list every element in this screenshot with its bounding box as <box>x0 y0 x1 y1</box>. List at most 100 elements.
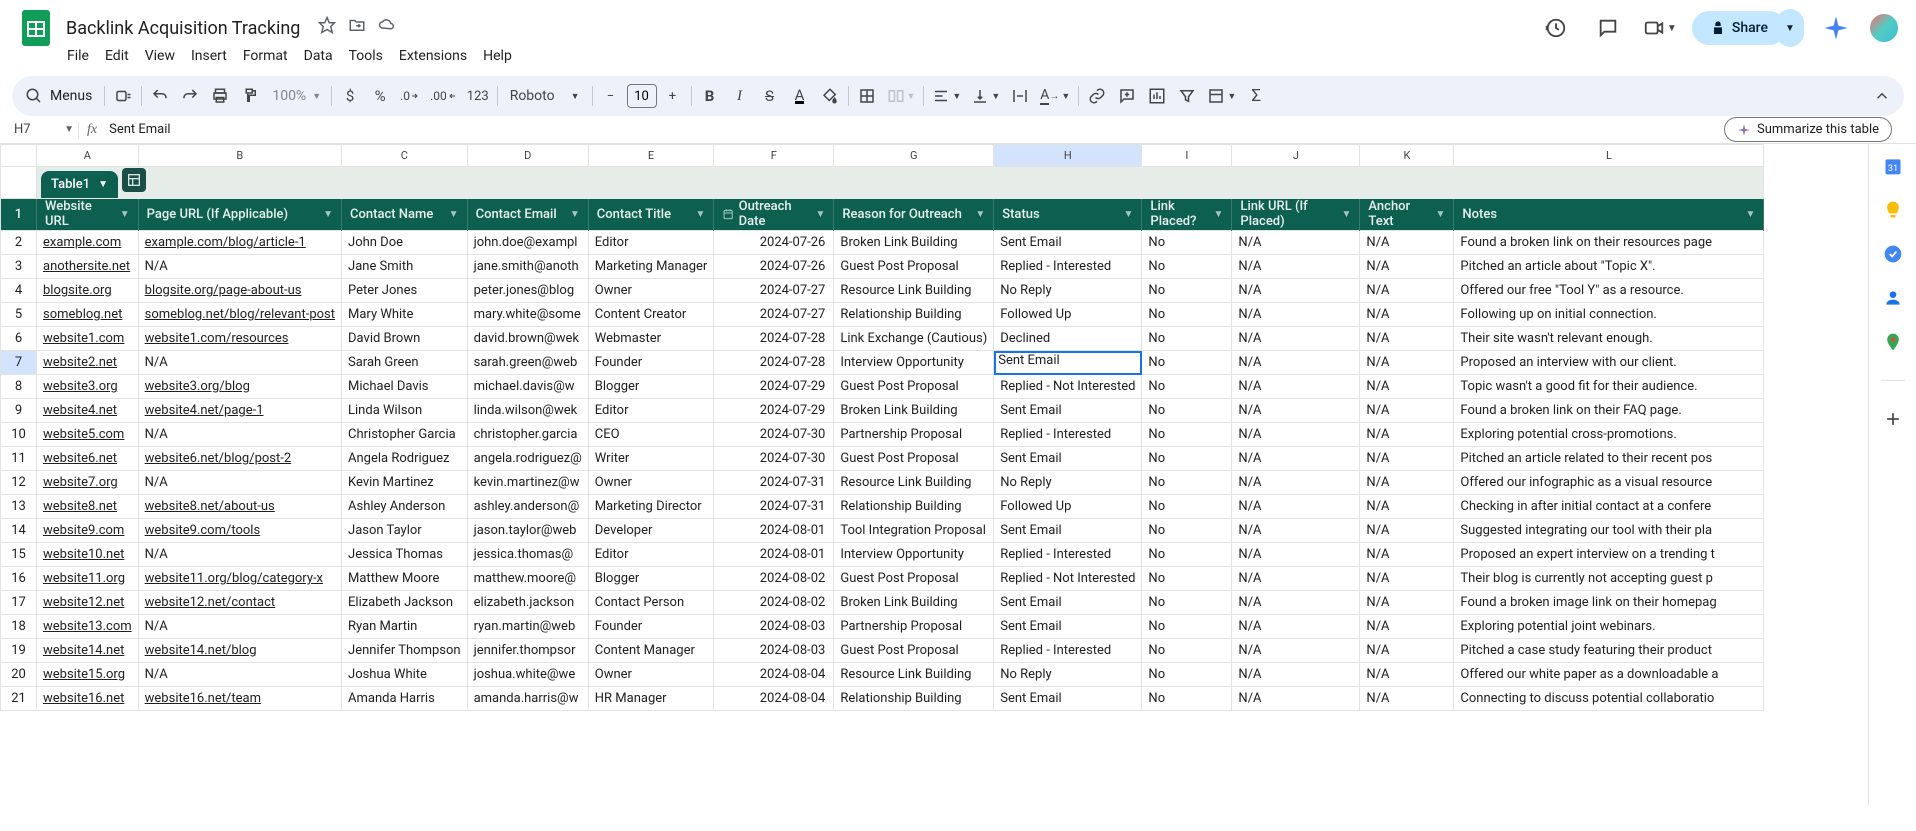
maps-sidepanel-icon[interactable] <box>1883 332 1903 352</box>
zoom-dropdown[interactable]: 100%▼ <box>266 88 327 104</box>
redo-button[interactable] <box>176 82 204 110</box>
cell[interactable]: 2024-07-27 <box>714 279 834 303</box>
cell[interactable]: N/A <box>1360 303 1454 327</box>
cell[interactable]: Tool Integration Proposal <box>834 519 994 543</box>
cell[interactable]: No Reply <box>994 663 1142 687</box>
cell[interactable]: linda.wilson@wek <box>467 399 588 423</box>
cell[interactable]: jessica.thomas@ <box>467 543 588 567</box>
cell[interactable]: N/A <box>138 351 341 375</box>
col-header-H[interactable]: H <box>994 145 1142 167</box>
percent-button[interactable]: % <box>366 82 394 110</box>
vertical-align-button[interactable]: ▼ <box>967 82 1004 110</box>
cell[interactable]: Sent Email <box>994 351 1142 375</box>
cell[interactable]: N/A <box>1360 567 1454 591</box>
doc-title[interactable]: Backlink Acquisition Tracking <box>60 16 306 41</box>
menu-data[interactable]: Data <box>297 44 340 68</box>
col-header-J[interactable]: J <box>1232 145 1360 167</box>
font-size-decrease[interactable]: − <box>597 82 625 110</box>
table-header[interactable]: Status▼ <box>994 199 1142 231</box>
cell[interactable]: website12.net <box>37 591 139 615</box>
cell[interactable]: Peter Jones <box>342 279 468 303</box>
cell[interactable]: Owner <box>588 279 714 303</box>
cell[interactable]: No <box>1142 423 1232 447</box>
table-header[interactable]: Reason for Outreach▼ <box>834 199 994 231</box>
cell[interactable]: Exploring potential cross-promotions. <box>1454 423 1764 447</box>
cell[interactable]: website3.org/blog <box>138 375 341 399</box>
cell[interactable]: Connecting to discuss potential collabor… <box>1454 687 1764 711</box>
cell[interactable]: N/A <box>138 543 341 567</box>
cell[interactable]: website16.net/team <box>138 687 341 711</box>
cell[interactable]: Followed Up <box>994 495 1142 519</box>
cell[interactable]: amanda.harris@w <box>467 687 588 711</box>
cell[interactable]: Founder <box>588 351 714 375</box>
cell[interactable]: elizabeth.jackson <box>467 591 588 615</box>
cell[interactable]: N/A <box>1232 591 1360 615</box>
cell[interactable]: David Brown <box>342 327 468 351</box>
cell[interactable]: Sent Email <box>994 447 1142 471</box>
cell[interactable]: No <box>1142 255 1232 279</box>
table-header[interactable]: Page URL (If Applicable)▼ <box>138 199 341 231</box>
cell[interactable]: Resource Link Building <box>834 471 994 495</box>
cell[interactable]: Relationship Building <box>834 495 994 519</box>
cell[interactable]: Relationship Building <box>834 303 994 327</box>
cell[interactable]: website4.net <box>37 399 139 423</box>
table-header[interactable]: Contact Email▼ <box>467 199 588 231</box>
cell[interactable]: Sent Email <box>994 519 1142 543</box>
cell[interactable]: N/A <box>138 255 341 279</box>
cell[interactable]: Jessica Thomas <box>342 543 468 567</box>
gemini-icon[interactable] <box>1816 8 1856 48</box>
account-avatar[interactable] <box>1868 12 1900 44</box>
cell[interactable]: anothersite.net <box>37 255 139 279</box>
functions-button[interactable]: Σ <box>1242 82 1270 110</box>
comments-icon[interactable] <box>1588 8 1628 48</box>
table-tab[interactable]: Table1 ▼ <box>41 171 118 198</box>
cell[interactable]: No <box>1142 495 1232 519</box>
cell[interactable]: Blogger <box>588 375 714 399</box>
row-header-6[interactable]: 6 <box>1 327 37 351</box>
row-header-1[interactable]: 1 <box>1 199 37 231</box>
cell[interactable]: Relationship Building <box>834 687 994 711</box>
cell[interactable]: kevin.martinez@w <box>467 471 588 495</box>
cell[interactable]: Jane Smith <box>342 255 468 279</box>
cell[interactable]: Jennifer Thompson <box>342 639 468 663</box>
cell[interactable]: No <box>1142 663 1232 687</box>
cell[interactable]: website5.com <box>37 423 139 447</box>
cell[interactable]: ryan.martin@web <box>467 615 588 639</box>
menu-insert[interactable]: Insert <box>184 44 234 68</box>
move-icon[interactable] <box>348 16 366 38</box>
col-header-C[interactable]: C <box>342 145 468 167</box>
menu-tools[interactable]: Tools <box>342 44 390 68</box>
cell[interactable]: Proposed an interview with our client. <box>1454 351 1764 375</box>
cell[interactable]: No <box>1142 591 1232 615</box>
collapse-toolbar-button[interactable] <box>1868 82 1896 110</box>
cell[interactable]: Contact Person <box>588 591 714 615</box>
row-header-4[interactable]: 4 <box>1 279 37 303</box>
name-box[interactable]: H7▼ <box>8 122 78 137</box>
cell[interactable]: Writer <box>588 447 714 471</box>
calendar-sidepanel-icon[interactable]: 31 <box>1883 156 1903 176</box>
cell[interactable]: N/A <box>1232 351 1360 375</box>
cell[interactable]: Michael Davis <box>342 375 468 399</box>
cell[interactable]: Found a broken link on their FAQ page. <box>1454 399 1764 423</box>
cell[interactable]: Matthew Moore <box>342 567 468 591</box>
row-header-12[interactable]: 12 <box>1 471 37 495</box>
table-header[interactable]: Link Placed?▼ <box>1142 199 1232 231</box>
cell[interactable]: Amanda Harris <box>342 687 468 711</box>
row-header-5[interactable]: 5 <box>1 303 37 327</box>
table-header[interactable]: Link URL (If Placed)▼ <box>1232 199 1360 231</box>
cell[interactable]: Followed Up <box>994 303 1142 327</box>
cell[interactable]: N/A <box>138 663 341 687</box>
font-family-dropdown[interactable]: Roboto▼ <box>502 82 588 110</box>
cell[interactable]: Content Creator <box>588 303 714 327</box>
merge-cells-button[interactable]: ▼ <box>883 82 920 110</box>
cell[interactable]: Their blog is currently not accepting gu… <box>1454 567 1764 591</box>
cell[interactable]: Topic wasn't a good fit for their audien… <box>1454 375 1764 399</box>
menu-help[interactable]: Help <box>476 44 519 68</box>
cell[interactable]: N/A <box>1360 327 1454 351</box>
cell[interactable]: Ashley Anderson <box>342 495 468 519</box>
cell[interactable]: Replied - Interested <box>994 543 1142 567</box>
cell[interactable]: Mary White <box>342 303 468 327</box>
col-header-G[interactable]: G <box>834 145 994 167</box>
currency-button[interactable]: $ <box>336 82 364 110</box>
row-header-16[interactable]: 16 <box>1 567 37 591</box>
